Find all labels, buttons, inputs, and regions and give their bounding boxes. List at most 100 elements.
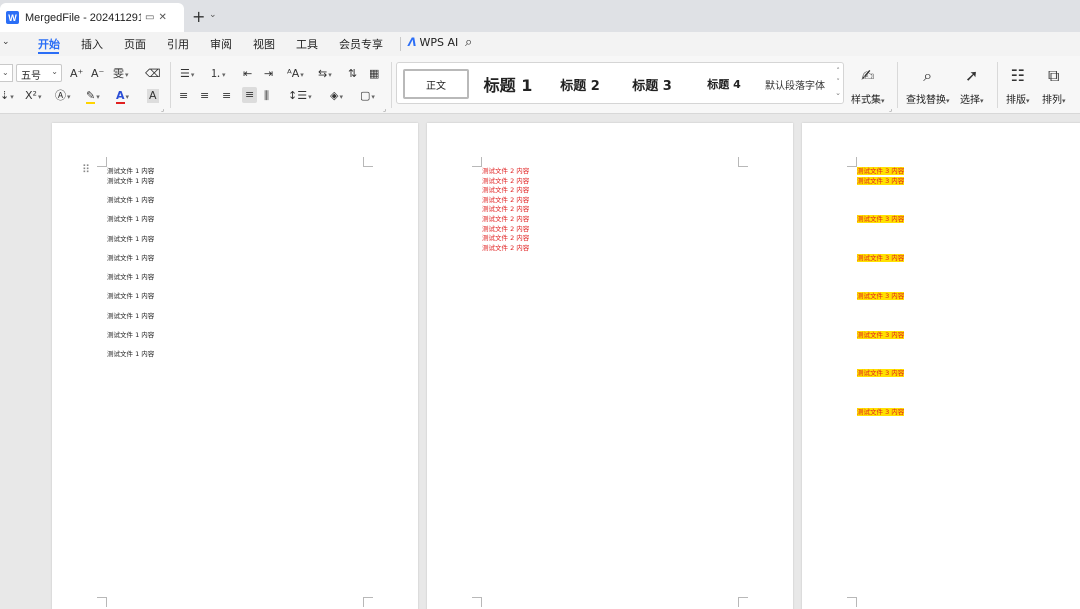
ribbon-toolbar: ⌄ 五号 ⌄ A⁺ A⁻ 雯▾ ⌫ ⇣▾ X²▾ Ⓐ▾ ✎▾ A▾ A ⌟ ☰▾… [0, 56, 1080, 114]
text-line[interactable]: 测试文件 1 内容 [107, 254, 154, 262]
document-page-1[interactable]: ⠿ 测试文件 1 内容 测试文件 1 内容 测试文件 1 内容 测试文件 1 内… [52, 123, 418, 609]
text-line[interactable]: 测试文件 2 内容 [482, 225, 529, 233]
cursor-arrow-icon: ➚ [965, 66, 979, 85]
text-line[interactable]: 测试文件 1 内容 [107, 312, 154, 320]
text-effect-icon[interactable]: ⇣▾ [0, 89, 14, 104]
document-page-2[interactable]: 测试文件 2 内容 测试文件 2 内容 测试文件 2 内容 测试文件 2 内容 … [427, 123, 793, 609]
tab-view[interactable]: 视图 [253, 36, 275, 52]
text-line[interactable]: 测试文件 1 内容 [107, 196, 154, 204]
text-line[interactable]: 测试文件 1 内容 [107, 331, 154, 339]
font-dialog-launcher-icon[interactable]: ⌟ [161, 105, 164, 113]
text-line[interactable]: 测试文件 3 内容 [857, 369, 905, 377]
arrange-label: 排列 [1042, 95, 1062, 106]
text-line[interactable]: 测试文件 2 内容 [482, 177, 529, 185]
layout-button[interactable]: ☷ 排版▾ [1006, 66, 1030, 106]
text-line[interactable]: 测试文件 2 内容 [482, 205, 529, 213]
close-tab-icon[interactable]: ✕ [158, 12, 166, 23]
style-set-button[interactable]: ✍ 样式集▾ [851, 66, 885, 106]
style-heading-1[interactable]: 标题 1 [479, 69, 537, 99]
justify-icon[interactable]: ≡ [242, 87, 258, 103]
line-spacing-icon[interactable]: ↕☰▾ [288, 89, 312, 104]
paragraph-dialog-launcher-icon[interactable]: ⌟ [383, 105, 386, 113]
shading-icon[interactable]: ◈▾ [330, 89, 343, 104]
new-tab-icon[interactable]: + [192, 7, 205, 26]
document-tab[interactable]: W MergedFile - 20241129110530 ▭ ✕ [0, 3, 184, 32]
char-shading-icon[interactable]: A [147, 89, 159, 103]
margin-crop-mark [97, 597, 107, 607]
select-button[interactable]: ➚ 选择▾ [960, 66, 984, 106]
highlight-color-icon[interactable]: ✎▾ [86, 89, 100, 104]
tab-references[interactable]: 引用 [167, 36, 189, 52]
text-layout-icon: ☷ [1010, 66, 1025, 85]
style-heading-3[interactable]: 标题 3 [627, 69, 677, 99]
text-line[interactable]: 测试文件 1 内容 [107, 167, 154, 175]
chevron-down-icon[interactable]: ⌄ [2, 37, 10, 47]
align-center-icon[interactable]: ≡ [200, 89, 209, 103]
align-left-icon[interactable]: ≡ [179, 89, 188, 103]
styles-dialog-launcher-icon[interactable]: ⌟ [889, 105, 892, 113]
tab-home[interactable]: 开始 [38, 36, 60, 52]
text-line[interactable]: 测试文件 2 内容 [482, 196, 529, 204]
sort-icon[interactable]: ⇅ [348, 67, 357, 81]
bullet-list-icon[interactable]: ☰▾ [180, 67, 194, 82]
font-family-dropdown[interactable]: ⌄ [0, 64, 13, 82]
document-page-3[interactable]: 测试文件 3 内容 测试文件 3 内容 测试文件 3 内容 测试文件 3 内容 … [802, 123, 1080, 609]
align-right-icon[interactable]: ≡ [222, 89, 231, 103]
change-case-icon[interactable]: ᴬA▾ [287, 67, 304, 82]
font-size-dropdown[interactable]: 五号 ⌄ [16, 64, 62, 82]
text-line[interactable]: 测试文件 1 内容 [107, 235, 154, 243]
font-color-icon[interactable]: A▾ [116, 89, 129, 104]
style-normal[interactable]: 正文 [403, 69, 469, 99]
text-line[interactable]: 测试文件 3 内容 [857, 167, 905, 175]
increase-font-icon[interactable]: A⁺ [70, 67, 83, 81]
style-default-paragraph-font[interactable]: 默认段落字体 [763, 69, 827, 99]
margin-crop-mark [363, 157, 373, 167]
style-heading-4[interactable]: 标题 4 [701, 69, 747, 99]
active-tab-underline [38, 52, 59, 54]
decrease-indent-icon[interactable]: ⇤ [243, 67, 252, 81]
pinyin-guide-icon[interactable]: 雯▾ [113, 67, 129, 82]
paragraph-drag-handle-icon[interactable]: ⠿ [82, 164, 90, 175]
text-line[interactable]: 测试文件 1 内容 [107, 292, 154, 300]
find-replace-button[interactable]: ⌕ 查找替换▾ [906, 66, 950, 106]
show-marks-icon[interactable]: ▦ [369, 67, 379, 81]
tab-insert[interactable]: 插入 [81, 36, 103, 52]
chevron-down-icon[interactable]: ⌄ [209, 10, 217, 20]
text-line[interactable]: 测试文件 2 内容 [482, 234, 529, 242]
tab-page[interactable]: 页面 [124, 36, 146, 52]
text-line[interactable]: 测试文件 3 内容 [857, 177, 905, 185]
document-canvas[interactable]: ⠿ 测试文件 1 内容 测试文件 1 内容 测试文件 1 内容 测试文件 1 内… [0, 114, 1080, 609]
superscript-icon[interactable]: X²▾ [25, 89, 41, 104]
font-effects-icon[interactable]: Ⓐ▾ [55, 89, 71, 104]
wps-ai-button[interactable]: ᐱ WPS AI [408, 36, 458, 49]
increase-indent-icon[interactable]: ⇥ [264, 67, 273, 81]
decrease-font-icon[interactable]: A⁻ [91, 67, 104, 81]
text-line[interactable]: 测试文件 3 内容 [857, 254, 905, 262]
distributed-align-icon[interactable]: ⫼ [264, 89, 269, 103]
text-line[interactable]: 测试文件 2 内容 [482, 186, 529, 194]
window-icon[interactable]: ▭ [145, 12, 154, 23]
text-line[interactable]: 测试文件 2 内容 [482, 244, 529, 252]
tab-review[interactable]: 审阅 [210, 36, 232, 52]
gallery-scroll-arrows[interactable]: ˄ ˅ ⌄ [835, 66, 841, 99]
text-line[interactable]: 测试文件 2 内容 [482, 167, 529, 175]
text-line[interactable]: 测试文件 2 内容 [482, 215, 529, 223]
text-line[interactable]: 测试文件 3 内容 [857, 292, 905, 300]
text-line[interactable]: 测试文件 1 内容 [107, 177, 154, 185]
text-line[interactable]: 测试文件 1 内容 [107, 350, 154, 358]
wps-writer-icon: W [6, 11, 19, 24]
tab-tools[interactable]: 工具 [296, 36, 318, 52]
tab-member[interactable]: 会员专享 [339, 36, 383, 52]
text-line[interactable]: 测试文件 1 内容 [107, 215, 154, 223]
text-line[interactable]: 测试文件 3 内容 [857, 408, 905, 416]
arrange-button[interactable]: ⧉ 排列▾ [1042, 66, 1066, 106]
text-line[interactable]: 测试文件 3 内容 [857, 215, 905, 223]
text-line[interactable]: 测试文件 3 内容 [857, 331, 905, 339]
search-icon[interactable]: ⌕ [465, 35, 472, 50]
style-heading-2[interactable]: 标题 2 [555, 69, 605, 99]
borders-icon[interactable]: ▢▾ [360, 89, 375, 104]
clear-format-icon[interactable]: ⌫ [145, 67, 161, 81]
text-direction-icon[interactable]: ⇆▾ [318, 67, 332, 82]
text-line[interactable]: 测试文件 1 内容 [107, 273, 154, 281]
numbered-list-icon[interactable]: ⒈▾ [210, 67, 226, 82]
